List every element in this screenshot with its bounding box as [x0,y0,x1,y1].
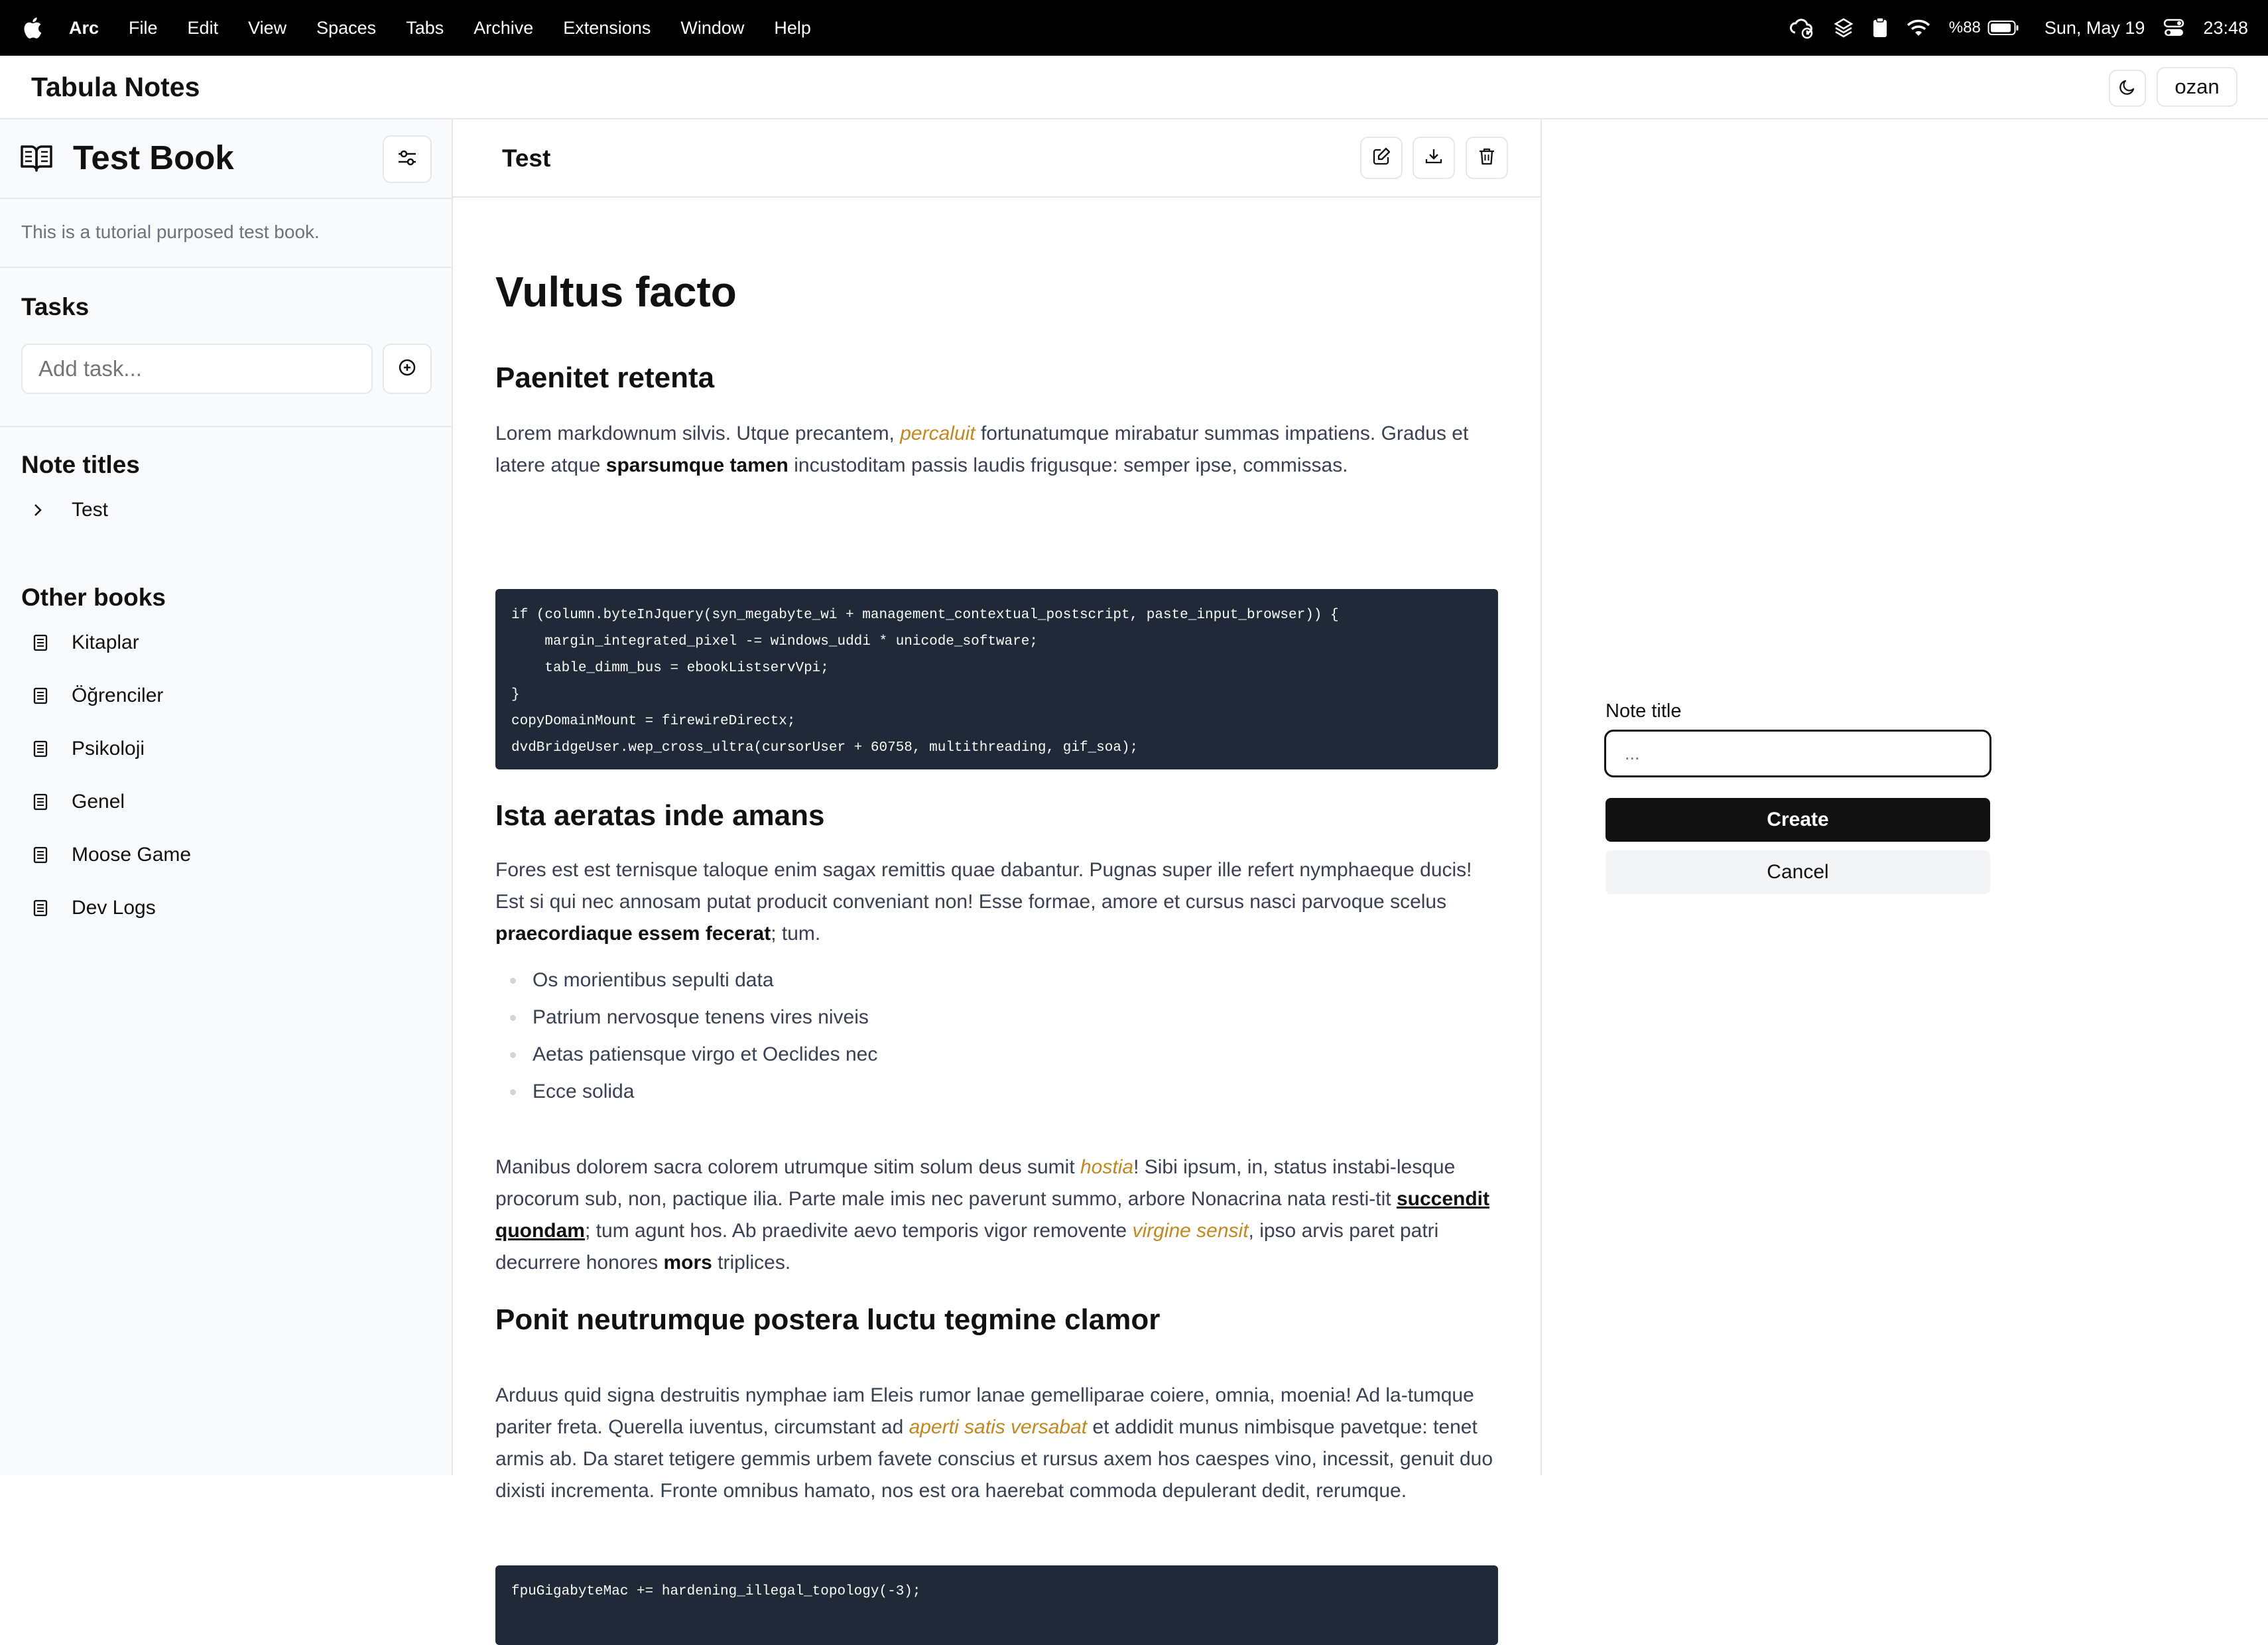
tasks-heading: Tasks [21,293,90,320]
emphasis-text: percaluit [900,423,976,444]
menu-view[interactable]: View [248,18,286,38]
layers-icon[interactable] [1834,17,1854,38]
add-task-input[interactable] [21,344,373,394]
content-paragraph: Manibus dolorem sacra colorem utrumque s… [495,1156,1490,1274]
list-item: Patrium nervosque tenens vires niveis [495,999,877,1036]
menu-window[interactable]: Window [680,18,744,38]
download-note-button[interactable] [1413,137,1455,179]
book-title: Test Book [73,139,234,176]
add-task-button[interactable] [383,344,432,394]
book-icon [33,740,50,757]
book-settings-button[interactable] [383,135,432,183]
book-icon [33,793,50,811]
divider [0,426,452,427]
book-item-label: Dev Logs [72,897,156,919]
app-header: Tabula Notes ozan [0,56,2268,119]
other-books-heading: Other books [21,584,166,611]
note-item-label: Test [72,499,109,521]
note-item-test[interactable]: Test [33,499,108,521]
book-item-label: Kitaplar [72,631,139,653]
book-item-label: Moose Game [72,844,192,866]
book-header: Test Book [0,119,452,198]
book-item-kitaplar[interactable]: Kitaplar [33,631,139,654]
menu-tabs[interactable]: Tabs [406,18,444,38]
bold-text: praecordiaque essem fecerat [495,923,771,945]
content-heading-2: Paenitet retenta [495,362,715,394]
menu-bar: Arc File Edit View Spaces Tabs Archive E… [0,0,2268,56]
control-center-icon[interactable] [2163,19,2184,37]
editor-header: Test [453,119,1541,198]
book-item-genel[interactable]: Genel [33,791,125,813]
book-item-psikoloji[interactable]: Psikoloji [33,738,145,760]
book-icon [33,687,50,704]
create-button[interactable]: Create [1606,798,1990,842]
menu-edit[interactable]: Edit [188,18,219,38]
edit-icon [1371,147,1391,170]
note-title: Test [502,145,551,172]
note-editor: Test Vultus facto Paenitet retenta Lorem… [453,119,1542,1645]
new-note-panel: Note title Create Cancel [1542,119,2268,1475]
book-icon [33,634,50,651]
chevron-right-icon [33,503,49,517]
book-item-ogrenciler[interactable]: Öğrenciler [33,685,163,707]
code-block: fpuGigabyteMac += hardening_illegal_topo… [495,1565,1498,1645]
code-block: if (column.byteInJquery(syn_megabyte_wi … [495,589,1498,769]
download-icon [1424,147,1444,170]
wifi-icon[interactable] [1907,19,1930,37]
cloud-sync-icon[interactable] [1789,17,1815,39]
trash-icon [1477,147,1497,170]
menu-spaces[interactable]: Spaces [316,18,376,38]
battery-icon[interactable] [1987,19,2019,36]
content-heading-2: Ista aeratas inde amans [495,799,825,832]
user-button[interactable]: ozan [2157,67,2237,107]
menu-help[interactable]: Help [774,18,811,38]
sidebar: Test Book This is a tutorial purposed te… [0,119,453,1475]
menu-file[interactable]: File [129,18,158,38]
bullet-list: Os morientibus sepulti data Patrium nerv… [495,962,877,1110]
book-icon [33,846,50,864]
book-item-label: Genel [72,791,125,813]
app-title[interactable]: Tabula Notes [31,72,200,103]
book-item-moose-game[interactable]: Moose Game [33,844,191,866]
list-item: Os morientibus sepulti data [495,962,877,999]
note-title-input[interactable] [1604,730,1991,777]
book-item-label: Psikoloji [72,738,145,759]
theme-toggle-button[interactable] [2109,70,2146,107]
list-item: Ecce solida [495,1073,877,1110]
content-paragraph: Arduus quid signa destruitis nymphae iam… [495,1384,1493,1502]
edit-note-button[interactable] [1360,137,1403,179]
list-item: Aetas patiensque virgo et Oeclides nec [495,1036,877,1073]
note-titles-heading: Note titles [21,451,140,478]
emphasis-text: aperti satis versabat [909,1416,1088,1438]
book-item-dev-logs[interactable]: Dev Logs [33,897,156,919]
book-description: This is a tutorial purposed test book. [0,198,452,268]
bold-text: mors [663,1252,712,1274]
book-icon [33,899,50,917]
open-book-icon [20,143,53,176]
menubar-date[interactable]: Sun, May 19 [2045,18,2145,38]
clipboard-icon[interactable] [1872,17,1888,38]
emphasis-text: virgine sensit [1132,1220,1249,1242]
plus-circle-icon [397,358,417,381]
content-paragraph: Lorem markdownum silvis. Utque precantem… [495,423,1469,476]
delete-note-button[interactable] [1466,137,1508,179]
book-item-label: Öğrenciler [72,685,164,706]
battery-percent: %88 [1948,19,1981,36]
content-heading-1: Vultus facto [495,268,737,316]
cancel-button[interactable]: Cancel [1606,850,1990,894]
moon-icon [2118,78,2137,99]
content-heading-2: Ponit neutrumque postera luctu tegmine c… [495,1303,1161,1336]
bold-text: sparsumque tamen [605,454,788,476]
emphasis-text: hostia [1080,1156,1134,1178]
content-paragraph: Fores est est ternisque taloque enim sag… [495,859,1472,945]
menu-archive[interactable]: Archive [473,18,533,38]
menu-app-name[interactable]: Arc [69,18,99,38]
menu-extensions[interactable]: Extensions [563,18,651,38]
sliders-icon [397,148,418,171]
apple-icon[interactable] [23,17,48,39]
note-title-label: Note title [1606,700,1682,722]
menubar-time[interactable]: 23:48 [2203,18,2248,38]
